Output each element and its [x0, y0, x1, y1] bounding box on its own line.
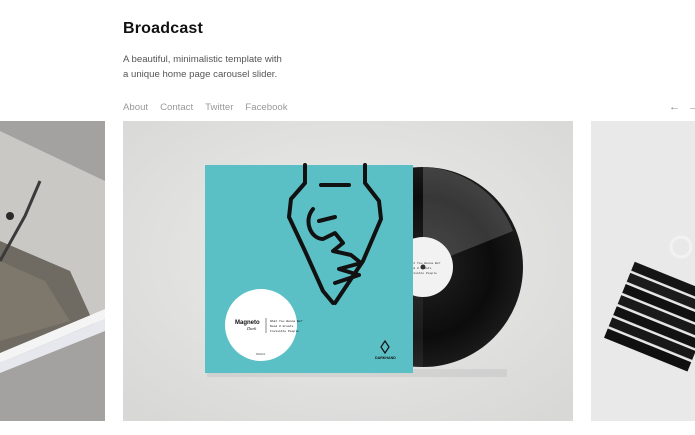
svg-text:Need U Greats: Need U Greats: [270, 324, 294, 328]
main-nav: About Contact Twitter Facebook: [123, 102, 288, 113]
site-tagline: A beautiful, minimalistic template with …: [123, 54, 282, 80]
arrow-left-icon[interactable]: ←: [669, 101, 680, 113]
site-title[interactable]: Broadcast: [123, 20, 583, 38]
carousel-slide-next[interactable]: [591, 121, 695, 421]
carousel-slide-previous[interactable]: [0, 121, 105, 421]
svg-text:Dark: Dark: [246, 326, 257, 331]
record-sleeve: Magneto Dark What You Wanna Be? Need U G…: [205, 163, 413, 373]
nav-twitter-link[interactable]: Twitter: [205, 102, 233, 113]
nav-about-link[interactable]: About: [123, 102, 148, 113]
svg-text:DARKHAND: DARKHAND: [375, 356, 396, 360]
magazine-photo: [0, 121, 105, 421]
nav-facebook-link[interactable]: Facebook: [245, 102, 287, 113]
carousel-controls: ← →: [669, 101, 695, 113]
svg-text:What You Wanna Be?: What You Wanna Be?: [270, 319, 303, 323]
arrow-right-icon[interactable]: →: [688, 101, 695, 113]
vinyl-record-image: What You Wanna Be? Need U Greats Invisib…: [123, 121, 573, 421]
nav-contact-link[interactable]: Contact: [160, 102, 193, 113]
svg-text:MAG001: MAG001: [256, 353, 266, 356]
site-header: Broadcast A beautiful, minimalistic temp…: [123, 20, 695, 113]
book-stack-image: [591, 121, 695, 421]
svg-text:Invisible People: Invisible People: [270, 329, 299, 333]
carousel-slide-current[interactable]: What You Wanna Be? Need U Greats Invisib…: [123, 121, 573, 421]
